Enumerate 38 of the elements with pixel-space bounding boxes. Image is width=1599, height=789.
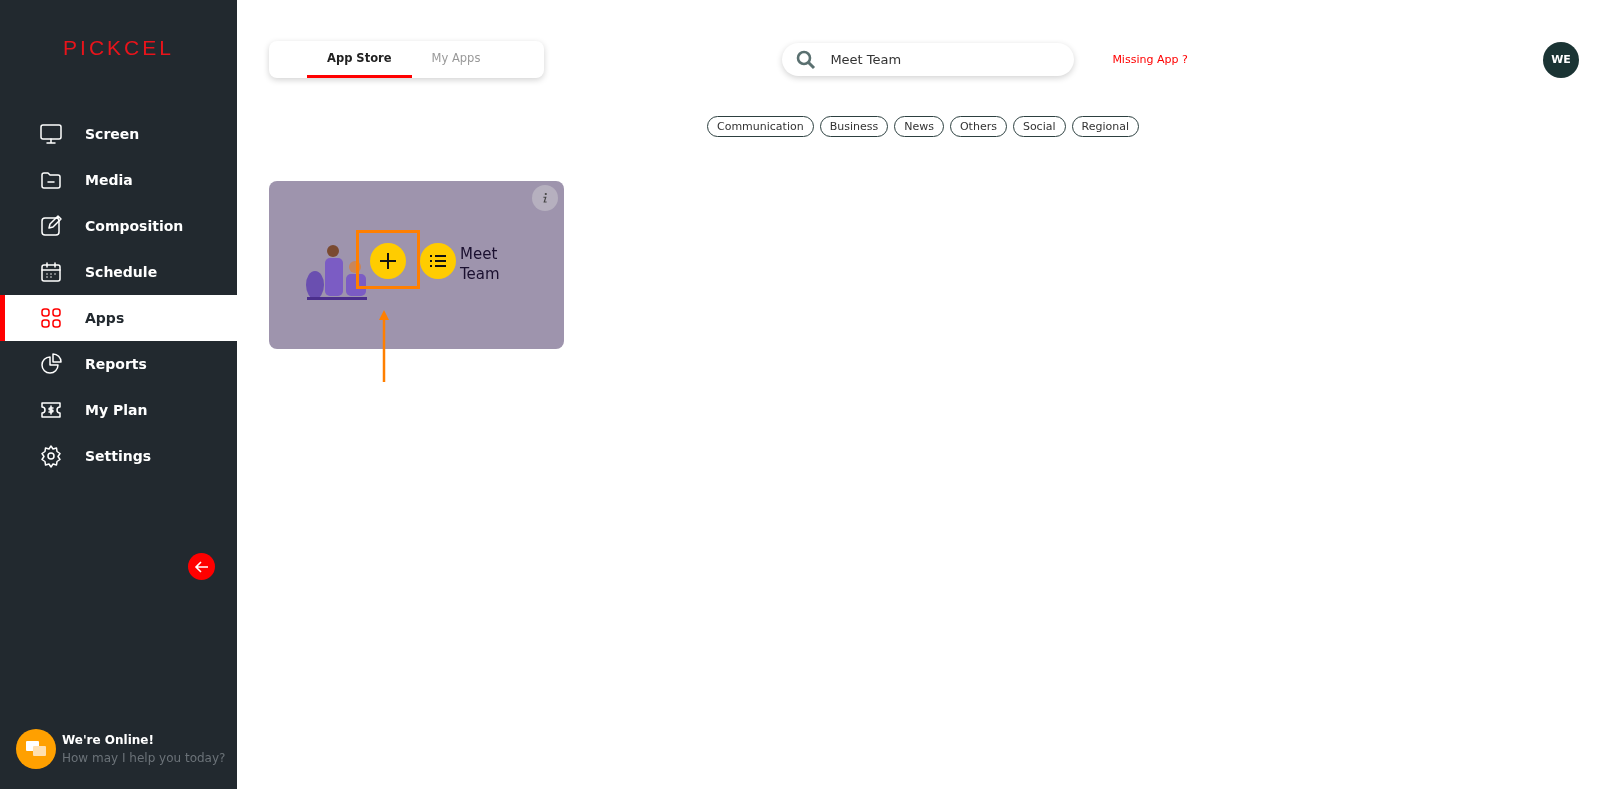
sidebar-item[interactable]: Media <box>0 157 237 203</box>
search-input[interactable]: Meet Team <box>828 51 1033 68</box>
sidebar-item[interactable]: Apps <box>0 295 237 341</box>
category-chip[interactable]: Others <box>949 116 1007 137</box>
app-card[interactable]: Meet Team <box>269 181 564 349</box>
chat-subtitle: How may I help you today? <box>62 751 226 765</box>
add-button[interactable] <box>370 243 406 279</box>
sidebar-item[interactable]: Reports <box>0 341 237 387</box>
monitor-icon <box>39 122 63 146</box>
grid-icon <box>39 306 63 330</box>
category-chip[interactable]: Communication <box>707 116 814 137</box>
category-chip[interactable]: Social <box>1012 116 1066 137</box>
missing-app-link[interactable]: Missing App ? <box>1112 53 1188 66</box>
collapse-button[interactable] <box>188 553 215 580</box>
calendar-icon <box>39 260 63 284</box>
category-chip[interactable]: Regional <box>1071 116 1139 137</box>
tab[interactable]: App Store <box>307 41 412 78</box>
sidebar-item[interactable]: Settings <box>0 433 237 479</box>
sidebar-item[interactable]: My Plan <box>0 387 237 433</box>
sidebar-item[interactable]: Schedule <box>0 249 237 295</box>
list-button[interactable] <box>420 243 456 279</box>
pie-icon <box>39 352 63 376</box>
sidebar-item[interactable]: Composition <box>0 203 237 249</box>
gear-icon <box>39 444 63 468</box>
arrow-left-icon <box>193 558 210 575</box>
thumbnail-text: Meet Team <box>460 245 501 284</box>
sidebar-item[interactable]: Screen <box>0 111 237 157</box>
logo: PICKCEL <box>63 36 174 60</box>
category-chip[interactable]: Business <box>819 116 889 137</box>
chat-title: We're Online! <box>62 733 155 747</box>
search-icon <box>796 49 817 70</box>
category-chip[interactable]: News <box>894 116 944 137</box>
annotation-arrow <box>378 310 390 382</box>
edit-icon <box>39 214 63 238</box>
user-avatar[interactable]: WE <box>1543 41 1579 78</box>
plus-icon <box>378 251 398 271</box>
chat-button[interactable] <box>16 729 56 769</box>
info-icon <box>541 192 549 204</box>
